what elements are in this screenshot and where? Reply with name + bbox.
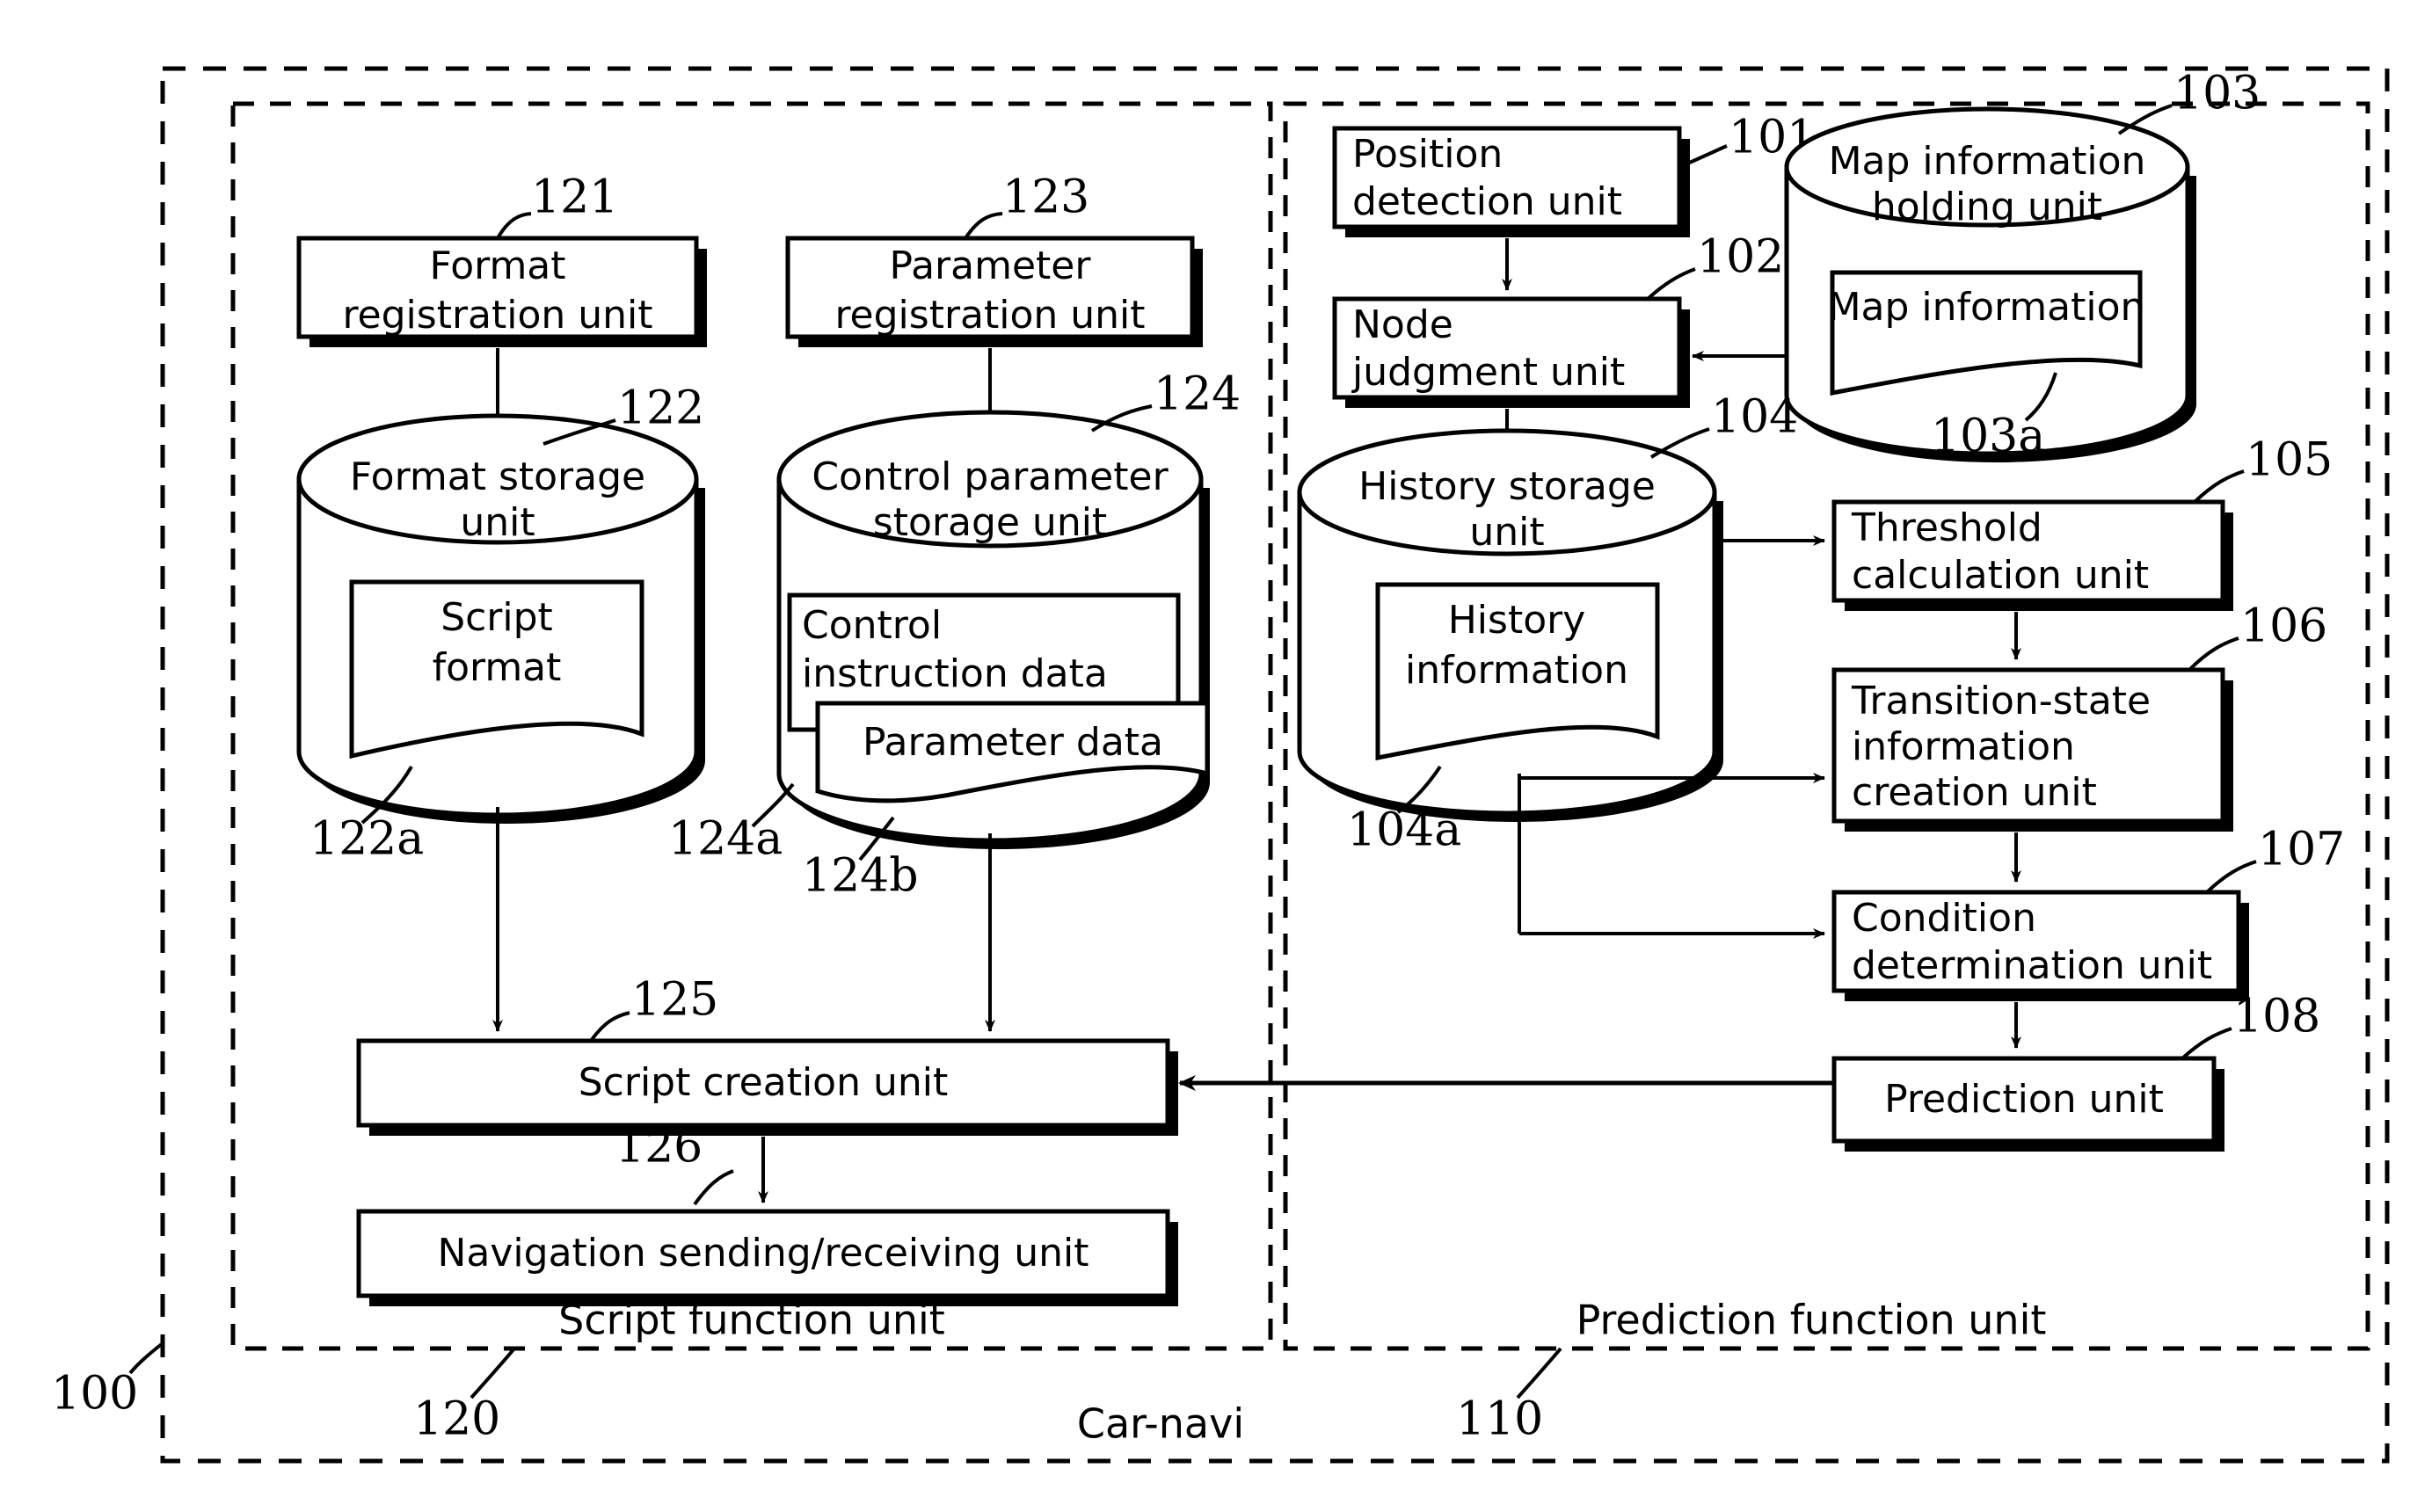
figure-canvas: Format registration unit 121 Parameter r…	[0, 0, 2410, 1512]
ref-104: 104	[1711, 391, 1798, 444]
ref-leader-120	[470, 1347, 516, 1399]
position-detection-unit-label-line2: detection unit	[1352, 179, 1622, 224]
ref-102: 102	[1697, 231, 1784, 284]
ref-126: 126	[615, 1121, 703, 1174]
ref-124: 124	[1154, 368, 1241, 421]
ref-leader-105	[2193, 469, 2245, 504]
control-parameter-storage-unit-label-line1: Control parameter	[812, 454, 1169, 499]
script-function-unit-label: Script function unit	[558, 1297, 945, 1344]
map-information-holding-unit-label-line1: Map information	[1829, 139, 2146, 184]
ref-122: 122	[617, 382, 704, 435]
ref-123: 123	[1002, 171, 1089, 224]
ref-103: 103	[2173, 68, 2261, 120]
ref-124a: 124a	[668, 813, 783, 866]
ref-110: 110	[1456, 1393, 1543, 1446]
ref-leader-107	[2205, 860, 2257, 894]
car-navi-label: Car-navi	[1077, 1400, 1244, 1448]
position-detection-unit-label-line1: Position	[1352, 132, 1503, 177]
ref-125: 125	[631, 974, 718, 1027]
ref-leader-126	[693, 1169, 734, 1206]
transition-state-unit-label-line3: creation unit	[1852, 770, 2097, 815]
ref-124b: 124b	[802, 850, 919, 903]
prediction-unit-label: Prediction unit	[1884, 1077, 2164, 1122]
prediction-function-unit-label: Prediction function unit	[1576, 1297, 2047, 1344]
ref-100: 100	[51, 1368, 138, 1421]
ref-120: 120	[413, 1393, 500, 1446]
condition-determination-unit-label-line1: Condition	[1852, 896, 2036, 941]
node-judgment-unit-label-line2: judgment unit	[1351, 350, 1625, 395]
ref-104a: 104a	[1347, 804, 1461, 857]
ref-leader-102	[1646, 267, 1696, 301]
ref-108: 108	[2233, 991, 2320, 1043]
ref-121: 121	[531, 171, 618, 224]
ref-105: 105	[2246, 434, 2333, 487]
transition-state-unit-label-line1: Transition-state	[1851, 679, 2151, 723]
transition-state-unit-label-line2: information	[1852, 724, 2075, 769]
script-creation-unit-label: Script creation unit	[579, 1060, 948, 1105]
ref-leader-108	[2181, 1027, 2232, 1060]
format-registration-unit-label-line2: registration unit	[342, 293, 652, 338]
format-storage-unit-label-line2: unit	[460, 500, 535, 545]
ref-122a: 122a	[309, 813, 424, 866]
format-storage-unit-label-line1: Format storage	[350, 454, 645, 499]
history-storage-unit-label-line2: unit	[1469, 510, 1544, 555]
navigation-unit-label: Navigation sending/receiving unit	[438, 1231, 1089, 1276]
script-format-label-line2: format	[433, 645, 562, 690]
parameter-registration-unit-label-line1: Parameter	[890, 244, 1092, 288]
ref-leader-121	[496, 212, 532, 239]
ref-leader-104	[1649, 427, 1710, 459]
threshold-calculation-unit-label-line2: calculation unit	[1852, 553, 2149, 598]
parameter-data-label: Parameter data	[863, 720, 1163, 765]
control-instruction-data-label-line1: Control	[802, 603, 942, 648]
ref-leader-110	[1516, 1347, 1562, 1399]
ref-106: 106	[2240, 600, 2327, 653]
history-information-label-line1: History	[1448, 598, 1586, 643]
ref-leader-125	[589, 1011, 630, 1043]
script-format-label-line1: Script	[440, 595, 553, 640]
parameter-registration-unit-label-line2: registration unit	[834, 293, 1145, 338]
node-judgment-unit-label-line1: Node	[1352, 302, 1453, 347]
control-instruction-data-label-line2: instruction data	[802, 651, 1108, 696]
control-parameter-storage-unit-label-line2: storage unit	[873, 500, 1107, 545]
threshold-calculation-unit-label-line1: Threshold	[1851, 505, 2042, 550]
ref-leader-123	[964, 212, 1003, 240]
history-information-label-line2: information	[1405, 648, 1628, 693]
map-information-holding-unit-label-line2: holding unit	[1872, 185, 2102, 229]
ref-103a: 103a	[1931, 411, 2045, 463]
ref-leader-106	[2188, 636, 2239, 672]
condition-determination-unit-label-line2: determination unit	[1852, 943, 2212, 988]
format-registration-unit-label-line1: Format	[429, 244, 565, 288]
history-storage-unit-label-line1: History storage	[1358, 464, 1656, 509]
ref-107: 107	[2258, 824, 2345, 876]
block-diagram-svg: Format registration unit 121 Parameter r…	[51, 66, 2390, 1464]
map-information-label: Map information	[1828, 285, 2145, 330]
